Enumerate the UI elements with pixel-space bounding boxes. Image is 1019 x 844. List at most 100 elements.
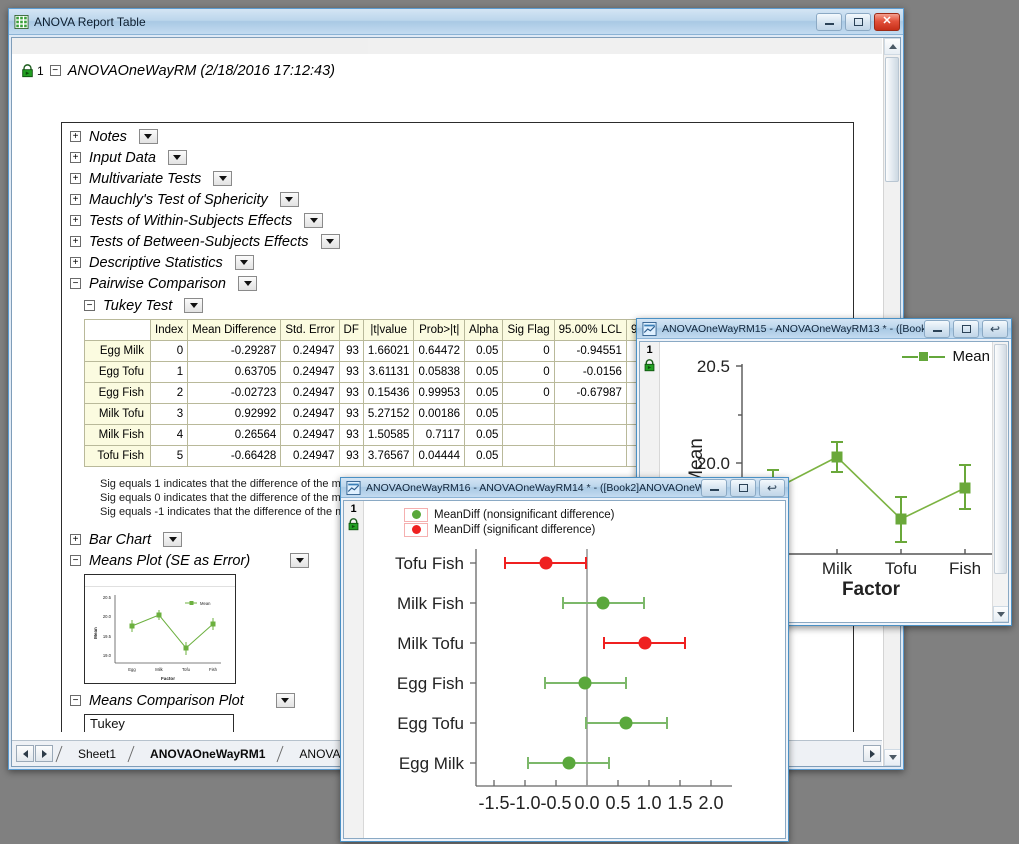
lock-icon[interactable]: [347, 518, 360, 531]
scroll-up-button[interactable]: [884, 38, 901, 55]
front-window-title: ANOVAOneWayRM16 - ANOVAOneWayRM14 * - ([…: [366, 482, 701, 494]
restore-button[interactable]: ↩: [759, 479, 785, 497]
expand-toggle[interactable]: +: [70, 236, 81, 247]
restore-button[interactable]: ↩: [982, 320, 1008, 338]
tree-node-within-subjects[interactable]: + Tests of Within-Subjects Effects: [62, 210, 853, 231]
chevron-down-icon[interactable]: [163, 532, 182, 547]
main-window-titlebar[interactable]: ANOVA Report Table ✕: [9, 9, 903, 35]
chevron-down-icon[interactable]: [304, 213, 323, 228]
table-row[interactable]: Egg Milk 0 -0.29287 0.24947 93 1.66021 0…: [85, 341, 701, 362]
cell-tvalue: 1.50585: [363, 425, 414, 446]
svg-text:19.5: 19.5: [103, 634, 112, 639]
cell-mean-difference: -0.29287: [188, 341, 281, 362]
tree-node-tukey-test[interactable]: − Tukey Test: [84, 295, 853, 316]
maximize-button[interactable]: [845, 13, 871, 31]
chevron-down-icon[interactable]: [139, 129, 158, 144]
table-row[interactable]: Egg Tofu 1 0.63705 0.24947 93 3.61131 0.…: [85, 362, 701, 383]
legend-row-nonsignificant[interactable]: MeanDiff (nonsignificant difference): [404, 507, 614, 522]
svg-text:-1.5: -1.5: [478, 793, 509, 813]
chevron-down-icon[interactable]: [238, 276, 257, 291]
cell-mean-difference: 0.92992: [188, 404, 281, 425]
cell-alpha: 0.05: [465, 362, 503, 383]
chevron-down-icon[interactable]: [213, 171, 232, 186]
tab-prev-button[interactable]: [16, 745, 34, 762]
close-button[interactable]: ✕: [874, 13, 900, 31]
front-window-titlebar[interactable]: ANOVAOneWayRM16 - ANOVAOneWayRM14 * - ([…: [341, 478, 788, 498]
expand-toggle[interactable]: +: [70, 534, 81, 545]
cell-index: 0: [151, 341, 188, 362]
tree-node-pairwise-comparison[interactable]: − Pairwise Comparison: [62, 273, 853, 294]
tree-node-descriptive-statistics[interactable]: + Descriptive Statistics: [62, 252, 853, 273]
means-comparison-thumbnail[interactable]: Tukey Tofu FishMilk Fish Milk TofuEgg Fi…: [84, 714, 234, 732]
green-window-titlebar[interactable]: ANOVAOneWayRM15 - ANOVAOneWayRM13 * - ([…: [637, 319, 1011, 339]
svg-text:0.5: 0.5: [605, 793, 630, 813]
means-plot-thumbnail[interactable]: 20.5 20.0 19.5 19.0 Mean: [84, 574, 236, 684]
cell-sig-flag: 0: [503, 383, 554, 404]
scrollbar-thumb[interactable]: [885, 57, 899, 182]
means-comparison-window[interactable]: ANOVAOneWayRM16 - ANOVAOneWayRM14 * - ([…: [340, 477, 789, 842]
maximize-button[interactable]: [953, 320, 979, 338]
green-window-scrollbar[interactable]: [992, 342, 1008, 622]
expand-toggle[interactable]: +: [70, 257, 81, 268]
collapse-toggle[interactable]: −: [70, 695, 81, 706]
chevron-down-icon[interactable]: [184, 298, 203, 313]
lock-icon[interactable]: [643, 359, 656, 372]
tab-divider-icon: [54, 744, 64, 764]
tree-node-between-subjects[interactable]: + Tests of Between-Subjects Effects: [62, 231, 853, 252]
chevron-down-icon[interactable]: [168, 150, 187, 165]
hscroll-right-button[interactable]: [863, 745, 881, 762]
sheet-tab-sheet1[interactable]: Sheet1: [64, 747, 126, 761]
chevron-down-icon[interactable]: [276, 693, 295, 708]
collapse-toggle[interactable]: −: [84, 300, 95, 311]
tree-node-label: Descriptive Statistics: [89, 255, 223, 271]
expand-toggle[interactable]: +: [70, 173, 81, 184]
tree-node-notes[interactable]: + Notes: [62, 126, 853, 147]
minimize-button[interactable]: [701, 479, 727, 497]
tree-node-label: Tests of Between-Subjects Effects: [89, 234, 309, 250]
minimize-button[interactable]: [816, 13, 842, 31]
scrollbar-thumb[interactable]: [994, 344, 1007, 574]
table-row[interactable]: Milk Tofu 3 0.92992 0.24947 93 5.27152 0…: [85, 404, 701, 425]
minimize-button[interactable]: [924, 320, 950, 338]
table-row[interactable]: Egg Fish 2 -0.02723 0.24947 93 0.15436 0…: [85, 383, 701, 404]
maximize-button[interactable]: [730, 479, 756, 497]
means-comparison-body[interactable]: 1 MeanDiff (nonsignificant difference) M…: [343, 500, 786, 839]
tukey-results-table[interactable]: Index Mean Difference Std. Error DF |t|v…: [84, 319, 701, 467]
cell-prob: 0.64472: [414, 341, 465, 362]
chevron-down-icon[interactable]: [235, 255, 254, 270]
column-header-blank: [85, 320, 151, 341]
svg-text:-0.5: -0.5: [540, 793, 571, 813]
svg-text:Egg Fish: Egg Fish: [397, 674, 464, 693]
cell-index: 3: [151, 404, 188, 425]
expand-toggle[interactable]: +: [70, 215, 81, 226]
tree-node-label: Multivariate Tests: [89, 171, 201, 187]
layer-number: 1: [640, 342, 659, 356]
chevron-down-icon[interactable]: [280, 192, 299, 207]
scroll-down-button[interactable]: [884, 749, 901, 766]
tree-node-input-data[interactable]: + Input Data: [62, 147, 853, 168]
expand-toggle[interactable]: +: [70, 194, 81, 205]
collapse-toggle[interactable]: −: [70, 555, 81, 566]
green-window-controls[interactable]: ↩: [924, 320, 1008, 338]
legend-row-significant[interactable]: MeanDiff (significant difference): [404, 522, 614, 537]
tree-node-multivariate-tests[interactable]: + Multivariate Tests: [62, 168, 853, 189]
tree-node-mauchly-test[interactable]: + Mauchly's Test of Sphericity: [62, 189, 853, 210]
expand-toggle[interactable]: +: [70, 152, 81, 163]
svg-text:Tofu Fish: Tofu Fish: [395, 554, 464, 573]
root-collapse-toggle[interactable]: −: [50, 65, 61, 76]
tree-node-label: Tests of Within-Subjects Effects: [89, 213, 292, 229]
collapse-toggle[interactable]: −: [70, 278, 81, 289]
sheet-tab-anovaonewayrm1[interactable]: ANOVAOneWayRM1: [136, 747, 275, 761]
main-window-controls[interactable]: ✕: [816, 13, 900, 31]
table-row[interactable]: Milk Fish 4 0.26564 0.24947 93 1.50585 0…: [85, 425, 701, 446]
report-root-row[interactable]: 1 − ANOVAOneWayRM (2/18/2016 17:12:43): [12, 60, 882, 81]
row-label: Milk Fish: [85, 425, 151, 446]
scroll-down-button[interactable]: [993, 606, 1009, 622]
expand-toggle[interactable]: +: [70, 131, 81, 142]
front-window-controls[interactable]: ↩: [701, 479, 785, 497]
chevron-down-icon[interactable]: [290, 553, 309, 568]
tab-next-button[interactable]: [35, 745, 53, 762]
table-row[interactable]: Tofu Fish 5 -0.66428 0.24947 93 3.76567 …: [85, 446, 701, 467]
chevron-down-icon[interactable]: [321, 234, 340, 249]
means-comparison-legend[interactable]: MeanDiff (nonsignificant difference) Mea…: [404, 507, 614, 537]
